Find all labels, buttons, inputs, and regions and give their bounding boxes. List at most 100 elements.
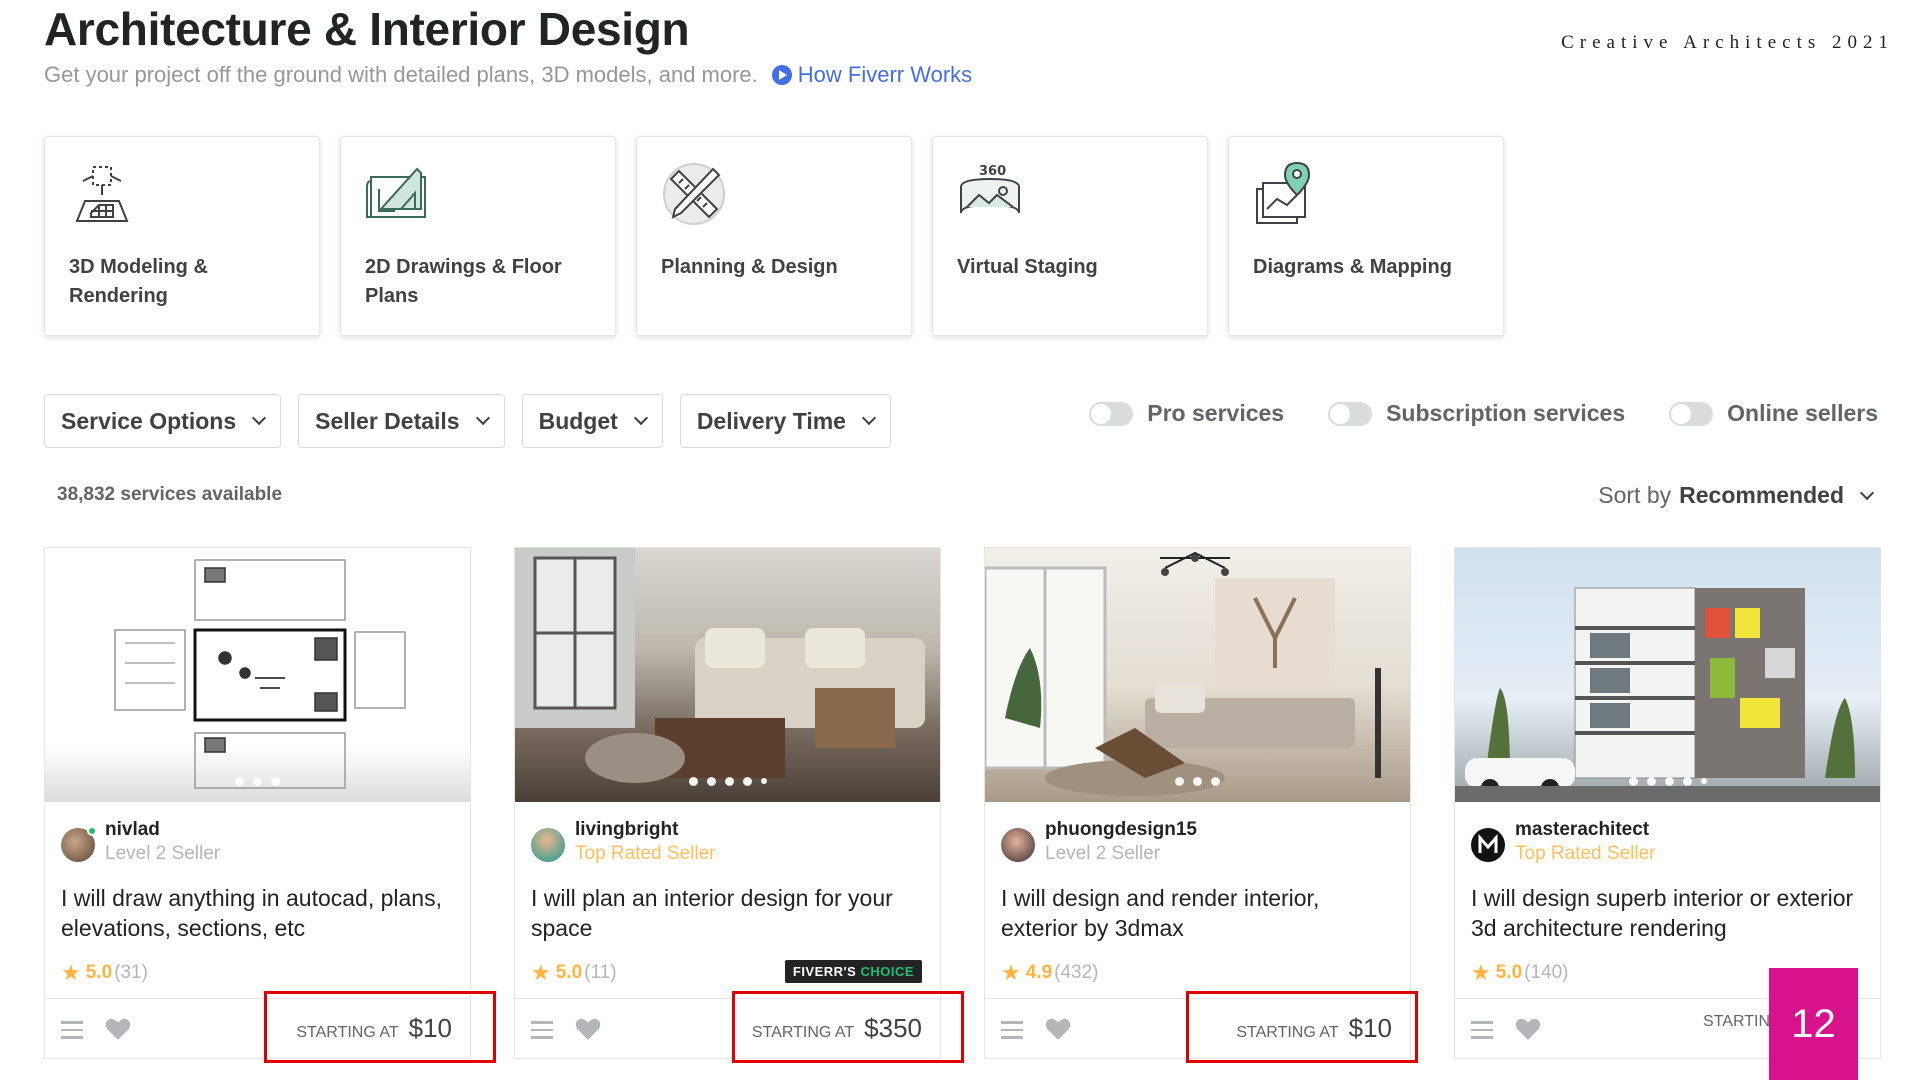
carousel-dot[interactable] [1646, 777, 1656, 786]
carousel-dots[interactable] [985, 777, 1410, 786]
carousel-dot[interactable] [688, 777, 698, 786]
seller-name[interactable]: livingbright [575, 818, 715, 842]
online-sellers-toggle[interactable]: Online sellers [1669, 400, 1878, 427]
menu-icon[interactable] [61, 1021, 83, 1039]
seller-level: Level 2 Seller [1045, 843, 1161, 864]
carousel-dots[interactable] [45, 777, 470, 786]
toggle-switch[interactable] [1328, 401, 1373, 426]
seller-level: Top Rated Seller [575, 843, 716, 864]
heart-icon[interactable] [1515, 1017, 1541, 1041]
carousel-dot[interactable] [724, 777, 734, 786]
gig-card[interactable]: nivlad Level 2 Seller I will draw anythi… [44, 547, 471, 1059]
badge-accent: CHOICE [860, 964, 914, 979]
menu-icon[interactable] [1001, 1021, 1023, 1039]
carousel-dot[interactable] [271, 777, 280, 786]
seller-info: masterachitect Top Rated Seller [1471, 818, 1655, 866]
gig-rating: ★ 5.0 (140) [1471, 960, 1569, 986]
interior-render-image [985, 551, 1381, 796]
seller-details-dropdown[interactable]: Seller Details [298, 394, 505, 448]
heart-icon[interactable] [1045, 1017, 1071, 1041]
carousel-dot[interactable] [760, 778, 767, 784]
carousel-dot[interactable] [706, 777, 716, 786]
category-2d-drawings[interactable]: 2D Drawings & Floor Plans [340, 136, 616, 336]
menu-icon[interactable] [1471, 1021, 1493, 1039]
category-planning-design[interactable]: Planning & Design [636, 136, 912, 336]
rating-score: 5.0 [85, 962, 113, 983]
carousel-dot[interactable] [1193, 777, 1202, 786]
category-virtual-staging[interactable]: 360 Virtual Staging [932, 136, 1208, 336]
rating-count: (11) [584, 962, 617, 983]
sort-label: Sort by [1598, 482, 1672, 508]
toggle-switch[interactable] [1669, 401, 1714, 426]
carousel-dot[interactable] [235, 777, 244, 786]
category-tiles: 3D Modeling & Rendering 2D Drawings & Fl… [44, 136, 1504, 336]
seller-info: nivlad Level 2 Seller [61, 818, 220, 866]
service-options-dropdown[interactable]: Service Options [44, 394, 282, 448]
avatar[interactable] [531, 828, 565, 862]
page-title: Architecture & Interior Design [44, 3, 690, 55]
seller-info: livingbright Top Rated Seller [531, 818, 715, 866]
seller-name[interactable]: masterachitect [1515, 818, 1655, 842]
gig-card[interactable]: livingbright Top Rated Seller I will pla… [514, 547, 941, 1059]
price-highlight-box [1186, 991, 1418, 1063]
gig-title[interactable]: I will plan an interior design for your … [531, 883, 920, 943]
toggle-label: Online sellers [1727, 400, 1878, 426]
carousel-dot[interactable] [1682, 777, 1692, 786]
filter-bar: Service Options Seller Details Budget De… [44, 394, 891, 448]
carousel-dots[interactable] [515, 777, 940, 786]
avatar[interactable] [1471, 828, 1505, 862]
carousel-dot[interactable] [253, 777, 262, 786]
carousel-dot[interactable] [1211, 777, 1220, 786]
heart-icon[interactable] [575, 1017, 601, 1041]
gig-rating: ★ 4.9 (432) [1001, 960, 1099, 986]
delivery-time-dropdown[interactable]: Delivery Time [679, 394, 891, 448]
carousel-dot[interactable] [742, 777, 752, 786]
gig-thumbnail[interactable] [45, 548, 470, 802]
gig-card[interactable]: phuongdesign15 Level 2 Seller I will des… [984, 547, 1411, 1059]
carousel-dot[interactable] [1664, 777, 1674, 786]
gig-thumbnail[interactable] [1455, 548, 1880, 802]
360-view-icon: 360 [960, 164, 1020, 214]
heart-icon[interactable] [105, 1017, 131, 1041]
blueprint-icon [366, 167, 426, 218]
category-diagrams-mapping[interactable]: Diagrams & Mapping [1228, 136, 1504, 336]
category-label: 2D Drawings & Floor Plans [365, 256, 562, 307]
carousel-dots[interactable] [1455, 777, 1880, 786]
gig-title[interactable]: I will draw anything in autocad, plans, … [61, 883, 450, 943]
building-render-image [1455, 587, 1880, 802]
gig-title[interactable]: I will design superb interior or exterio… [1471, 883, 1860, 943]
gig-grid: nivlad Level 2 Seller I will draw anythi… [44, 547, 1881, 1059]
carousel-dot[interactable] [1628, 777, 1638, 786]
gig-rating: ★ 5.0 (11) [531, 960, 617, 986]
page-subtitle: Get your project off the ground with det… [44, 62, 758, 87]
avatar[interactable] [61, 826, 97, 862]
sort-dropdown[interactable]: Sort by Recommended [1598, 482, 1875, 509]
gig-thumbnail[interactable] [515, 548, 940, 802]
gig-thumbnail[interactable] [985, 548, 1410, 802]
filter-label: Service Options [61, 407, 237, 434]
3d-modeling-icon [75, 166, 129, 222]
toggle-switch[interactable] [1089, 401, 1134, 426]
budget-dropdown[interactable]: Budget [521, 394, 663, 448]
chevron-down-icon [252, 410, 267, 426]
menu-icon[interactable] [531, 1021, 553, 1039]
toggle-group: Pro services Subscription services Onlin… [1089, 400, 1878, 427]
carousel-dot[interactable] [1175, 777, 1184, 786]
badge-text: FIVERR'S [792, 964, 857, 979]
chevron-down-icon [861, 410, 877, 426]
subtitle-row: Get your project off the ground with det… [44, 62, 972, 88]
avatar[interactable] [1001, 828, 1035, 862]
price-label: STARTIN [1703, 1013, 1770, 1030]
category-3d-modeling[interactable]: 3D Modeling & Rendering [44, 136, 320, 336]
seller-name[interactable]: phuongdesign15 [1045, 818, 1197, 842]
pro-services-toggle[interactable]: Pro services [1089, 400, 1284, 427]
star-icon: ★ [61, 960, 81, 985]
rating-score: 4.9 [1025, 962, 1053, 983]
how-fiverr-works-link[interactable]: How Fiverr Works [771, 62, 972, 88]
seller-name[interactable]: nivlad [105, 818, 220, 842]
subscription-services-toggle[interactable]: Subscription services [1328, 400, 1625, 427]
floor-plan-image [114, 559, 406, 789]
price-highlight-box [732, 991, 964, 1063]
carousel-dot[interactable] [1700, 778, 1707, 784]
gig-title[interactable]: I will design and render interior, exter… [1001, 883, 1390, 943]
